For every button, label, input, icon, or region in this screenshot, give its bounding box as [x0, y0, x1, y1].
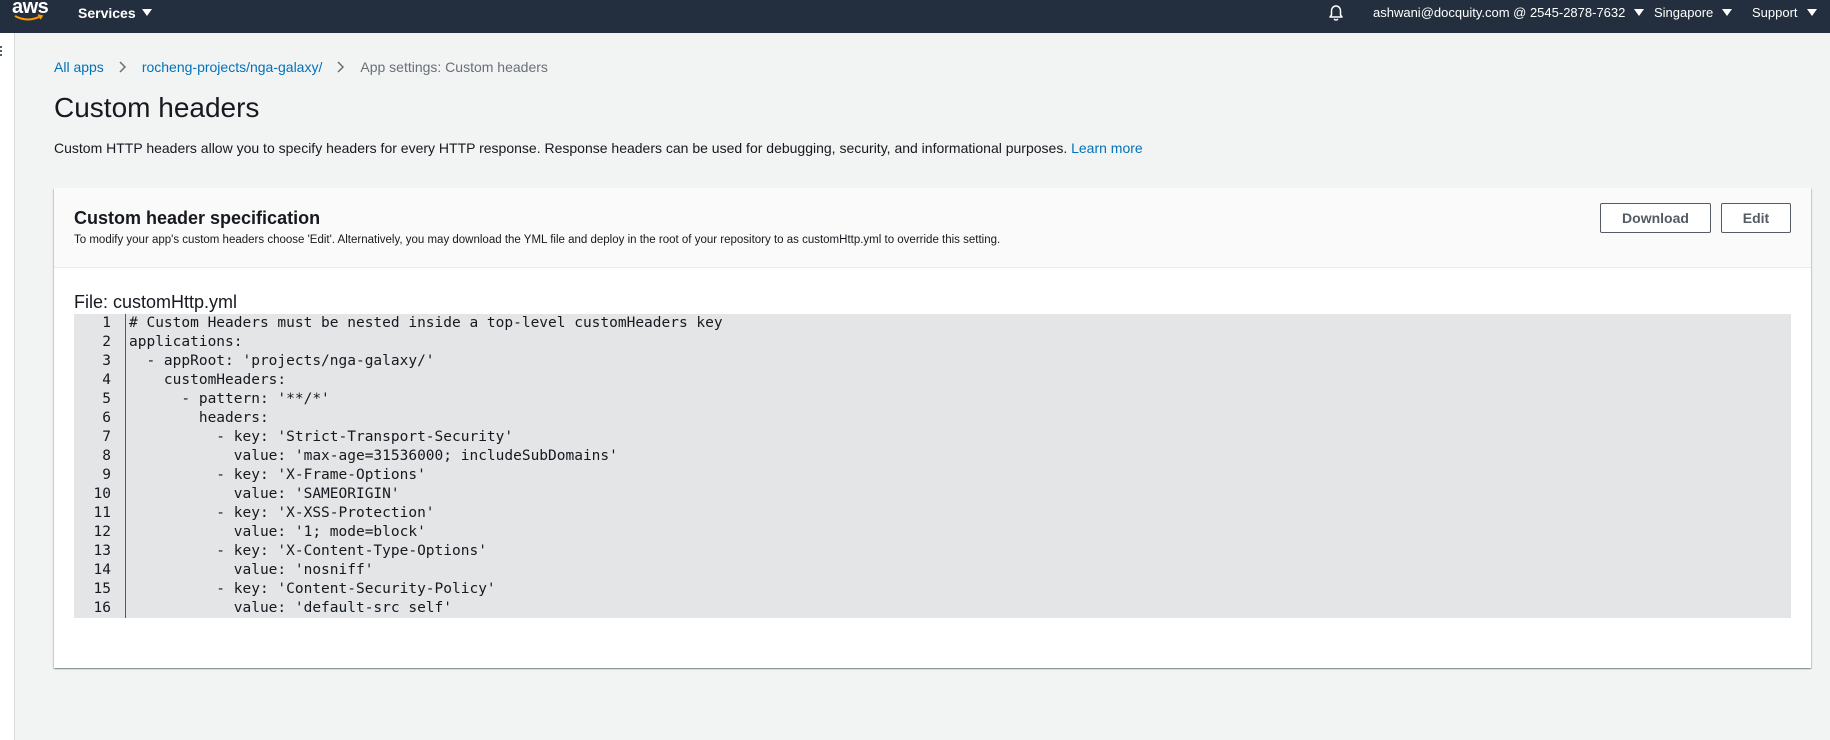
line-text: - key: 'Content-Security-Policy' [129, 581, 496, 597]
line-number: 10 [93, 486, 111, 502]
line-text: # Custom Headers must be nested inside a… [129, 315, 723, 331]
chevron-down-icon [141, 9, 152, 16]
line-number: 4 [102, 372, 111, 388]
card-header: Custom header specification To modify yo… [54, 188, 1811, 268]
line-text: - key: 'X-Content-Type-Options' [129, 543, 487, 559]
line-number: 5 [102, 391, 111, 407]
line-number: 15 [93, 581, 111, 597]
line-text: customHeaders: [129, 372, 287, 388]
side-navigation-rail[interactable] [0, 33, 15, 740]
line-number: 12 [93, 524, 111, 540]
menu-icon[interactable] [0, 46, 3, 58]
aws-logo[interactable]: aws [12, 0, 49, 28]
breadcrumb-all-apps[interactable]: All apps [54, 59, 104, 75]
line-text: headers: [129, 410, 269, 426]
support-menu[interactable]: Support [1752, 0, 1817, 25]
line-text: - key: 'X-Frame-Options' [129, 467, 426, 483]
line-text: value: '1; mode=block' [129, 524, 426, 540]
line-text: - key: 'Strict-Transport-Security' [129, 429, 514, 445]
custom-header-card: Custom header specification To modify yo… [54, 188, 1811, 668]
breadcrumb: All apps rocheng-projects/nga-galaxy/ Ap… [54, 59, 548, 75]
card-subtitle: To modify your app's custom headers choo… [74, 234, 1001, 246]
top-navigation: aws Services ashwani@docquity.com @ 2545… [0, 0, 1830, 33]
line-number: 13 [93, 543, 111, 559]
line-text: value: 'default-src self' [129, 600, 453, 616]
line-text: applications: [129, 334, 243, 350]
edit-button[interactable]: Edit [1721, 203, 1791, 233]
region-menu[interactable]: Singapore [1654, 0, 1733, 25]
line-number: 9 [102, 467, 111, 483]
code-viewer[interactable]: 1 # Custom Headers must be nested inside … [74, 314, 1791, 618]
chevron-down-icon [1634, 9, 1645, 16]
page-title: Custom headers [54, 92, 260, 123]
breadcrumb-app[interactable]: rocheng-projects/nga-galaxy/ [142, 59, 323, 75]
page-description: Custom HTTP headers allow you to specify… [54, 140, 1143, 156]
line-number: 6 [102, 410, 111, 426]
download-button[interactable]: Download [1600, 203, 1711, 233]
line-text: - key: 'X-XSS-Protection' [129, 505, 435, 521]
line-number: 14 [93, 562, 111, 578]
services-menu[interactable]: Services [78, 0, 152, 25]
file-name-label: File: customHttp.yml [74, 292, 238, 312]
line-number: 1 [102, 315, 111, 331]
line-number: 7 [102, 429, 111, 445]
services-label: Services [78, 4, 136, 21]
account-menu[interactable]: ashwani@docquity.com @ 2545-2878-7632 [1373, 0, 1645, 25]
account-label: ashwani@docquity.com @ 2545-2878-7632 [1373, 5, 1626, 20]
region-label: Singapore [1654, 5, 1714, 20]
line-number: 3 [102, 353, 111, 369]
chevron-down-icon [1806, 9, 1817, 16]
support-label: Support [1752, 5, 1798, 20]
line-number: 8 [102, 448, 111, 464]
line-number: 11 [93, 505, 111, 521]
learn-more-link[interactable]: Learn more [1071, 140, 1143, 156]
line-number: 2 [102, 334, 111, 350]
line-text: value: 'nosniff' [129, 562, 374, 578]
page-description-text: Custom HTTP headers allow you to specify… [54, 140, 1068, 156]
line-text: - pattern: '**/*' [129, 391, 330, 407]
chevron-right-icon [119, 61, 126, 73]
line-text: value: 'max-age=31536000; includeSubDoma… [129, 448, 618, 464]
aws-smile-icon [14, 14, 44, 21]
line-text: value: 'SAMEORIGIN' [129, 486, 400, 502]
bell-icon[interactable] [1327, 4, 1345, 22]
breadcrumb-current: App settings: Custom headers [360, 59, 548, 75]
chevron-down-icon [1722, 9, 1733, 16]
line-number: 16 [93, 600, 111, 616]
card-title: Custom header specification [74, 208, 321, 228]
chevron-right-icon [337, 61, 345, 73]
line-text: - appRoot: 'projects/nga-galaxy/' [129, 353, 435, 369]
